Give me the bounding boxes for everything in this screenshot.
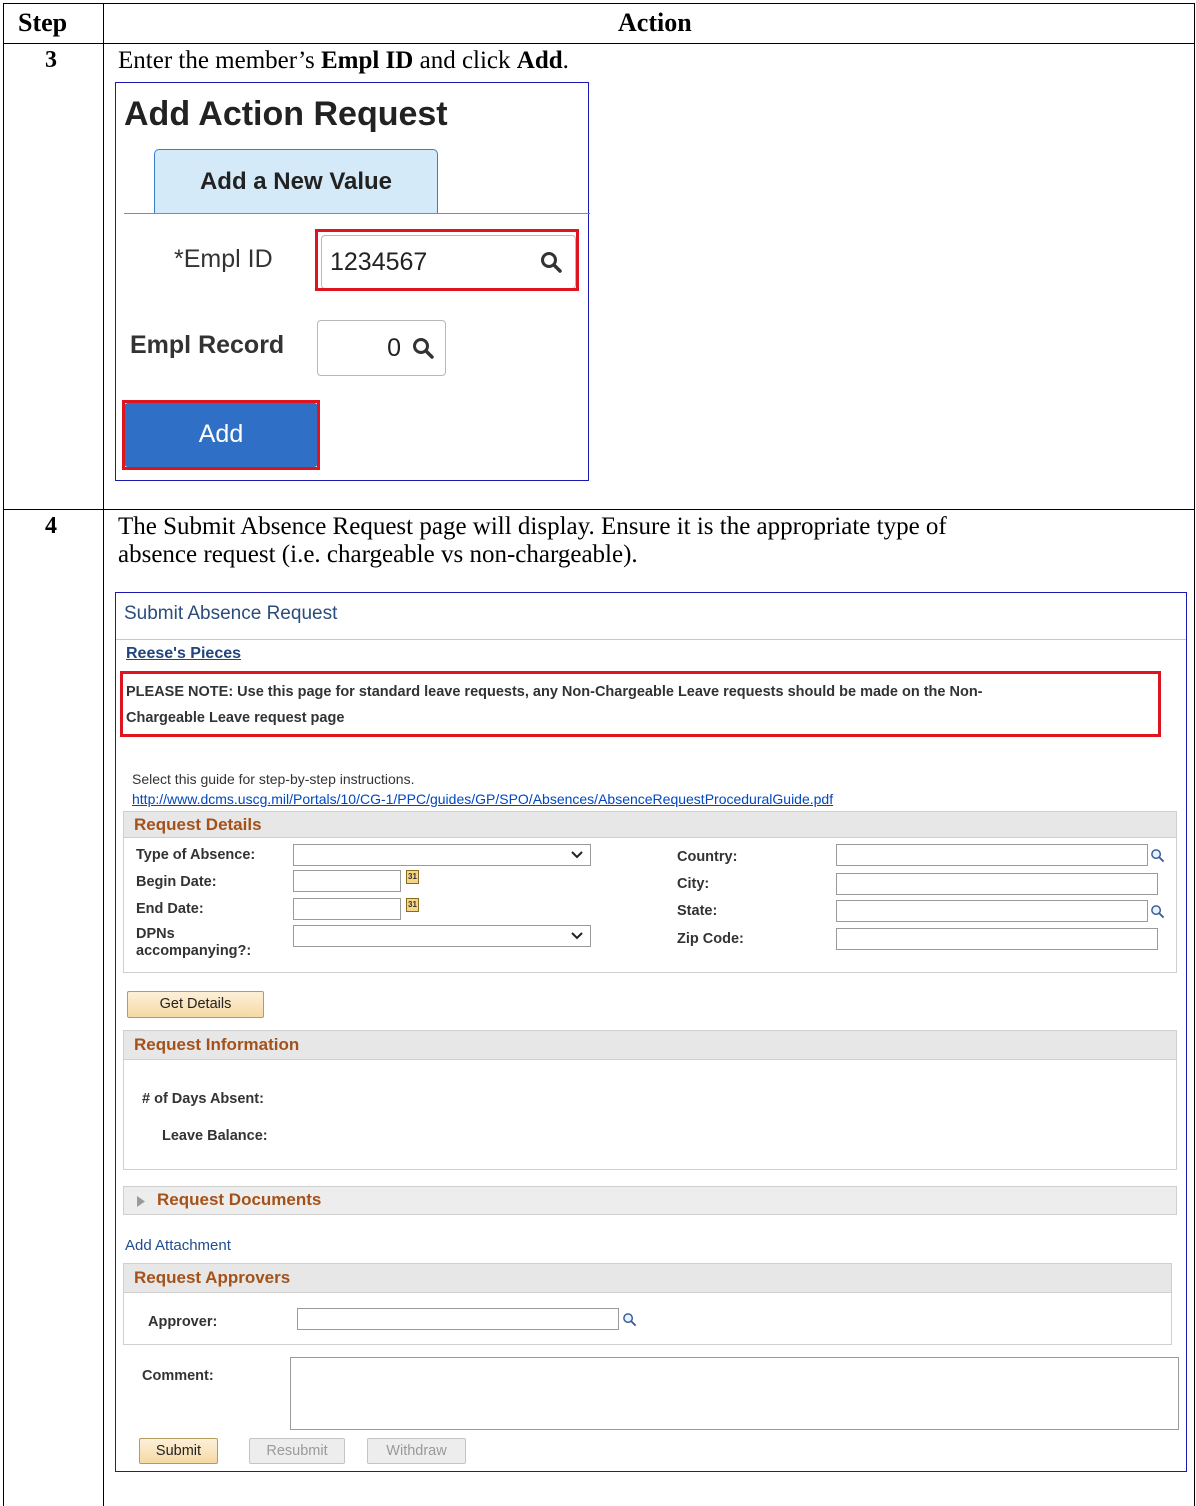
approver-input[interactable] (297, 1308, 619, 1330)
empl-id-highlight (315, 229, 579, 291)
city-input[interactable] (836, 873, 1158, 895)
submit-button[interactable]: Submit (139, 1438, 218, 1464)
empl-id-label: *Empl ID (174, 245, 273, 273)
add-button-highlight (122, 400, 320, 470)
search-icon[interactable] (1150, 848, 1165, 863)
begin-date-label: Begin Date: (136, 874, 217, 890)
tab-add-new-value[interactable]: Add a New Value (154, 149, 438, 213)
empl-record-field[interactable]: 0 (317, 320, 446, 376)
guide-text: Select this guide for step-by-step instr… (132, 771, 415, 787)
tab-label: Add a New Value (199, 168, 393, 195)
table-column-divider (103, 3, 104, 1506)
request-details-section: Request Details Type of Absence: Begin D… (123, 811, 1177, 973)
state-input[interactable] (836, 900, 1148, 922)
header-step: Step (18, 8, 68, 37)
type-of-absence-select[interactable] (293, 844, 591, 866)
state-label: State: (677, 903, 718, 919)
step4-instruction-line1: The Submit Absence Request page will dis… (118, 513, 947, 540)
zip-code-label: Zip Code: (677, 931, 744, 947)
empl-record-label: Empl Record (130, 331, 285, 359)
request-approvers-heading: Request Approvers (134, 1268, 291, 1287)
step-number-3: 3 (45, 47, 57, 73)
begin-date-input[interactable] (293, 870, 401, 892)
member-name-link[interactable]: Reese's Pieces (126, 645, 241, 663)
request-approvers-header: Request Approvers (124, 1264, 1171, 1293)
zip-code-input[interactable] (836, 928, 1158, 950)
triangle-right-icon (137, 1196, 145, 1207)
end-date-label: End Date: (136, 901, 204, 917)
chevron-down-icon (571, 851, 583, 859)
step4-instruction-line2: absence request (i.e. chargeable vs non-… (118, 541, 638, 568)
search-icon[interactable] (622, 1312, 637, 1327)
country-input[interactable] (836, 844, 1148, 866)
dpns-accompanying-select[interactable] (293, 925, 591, 947)
add-attachment-link[interactable]: Add Attachment (125, 1237, 231, 1254)
tab-underline (124, 213, 590, 214)
search-icon[interactable] (411, 336, 435, 360)
dpns-label-line1: DPNs (136, 926, 175, 942)
request-information-section: Request Information # of Days Absent: Le… (123, 1030, 1177, 1170)
withdraw-button[interactable]: Withdraw (367, 1438, 466, 1464)
request-documents-section[interactable]: Request Documents (123, 1186, 1177, 1215)
table-header-divider (3, 43, 1195, 44)
dpns-label-line2: accompanying?: (136, 943, 252, 959)
get-details-button[interactable]: Get Details (127, 991, 264, 1018)
table-border-left (3, 3, 4, 1506)
header-action: Action (618, 8, 692, 37)
city-label: City: (677, 876, 710, 892)
resubmit-button[interactable]: Resubmit (249, 1438, 345, 1464)
table-border-top (3, 3, 1195, 4)
submit-absence-request-panel: Submit Absence Request Reese's Pieces PL… (115, 592, 1187, 1472)
step-number-4: 4 (45, 513, 57, 539)
end-date-input[interactable] (293, 898, 401, 920)
panel-title: Add Action Request (124, 95, 448, 133)
chevron-down-icon (571, 932, 583, 940)
calendar-icon[interactable]: 31 (406, 898, 419, 912)
country-label: Country: (677, 849, 738, 865)
note-highlight (120, 671, 1161, 737)
table-row-divider (3, 509, 1195, 510)
comment-label: Comment: (142, 1368, 214, 1384)
title-divider (116, 639, 1186, 640)
request-information-header: Request Information (124, 1031, 1176, 1060)
request-details-header: Request Details (124, 812, 1176, 838)
add-action-request-panel: Add Action Request Add a New Value *Empl… (115, 82, 590, 481)
page-title: Submit Absence Request (124, 603, 338, 624)
leave-balance-label: Leave Balance: (162, 1128, 268, 1144)
days-absent-label: # of Days Absent: (142, 1091, 264, 1107)
type-of-absence-label: Type of Absence: (136, 847, 256, 863)
comment-textarea[interactable] (290, 1357, 1179, 1430)
approver-label: Approver: (148, 1314, 218, 1330)
request-details-heading: Request Details (134, 815, 262, 834)
procedure-document: Step Action 3 Enter the member’s Empl ID… (0, 0, 1196, 1506)
table-border-right (1194, 3, 1195, 1506)
guide-link[interactable]: http://www.dcms.uscg.mil/Portals/10/CG-1… (132, 791, 833, 807)
request-information-heading: Request Information (134, 1035, 300, 1054)
step3-instruction: Enter the member’s Empl ID and click Add… (118, 47, 569, 74)
calendar-icon[interactable]: 31 (406, 870, 419, 884)
search-icon[interactable] (1150, 904, 1165, 919)
request-approvers-section: Request Approvers Approver: (123, 1263, 1172, 1345)
dpns-label: DPNs accompanying?: (136, 926, 251, 960)
empl-record-value: 0 (387, 334, 401, 362)
request-documents-heading: Request Documents (157, 1190, 322, 1209)
